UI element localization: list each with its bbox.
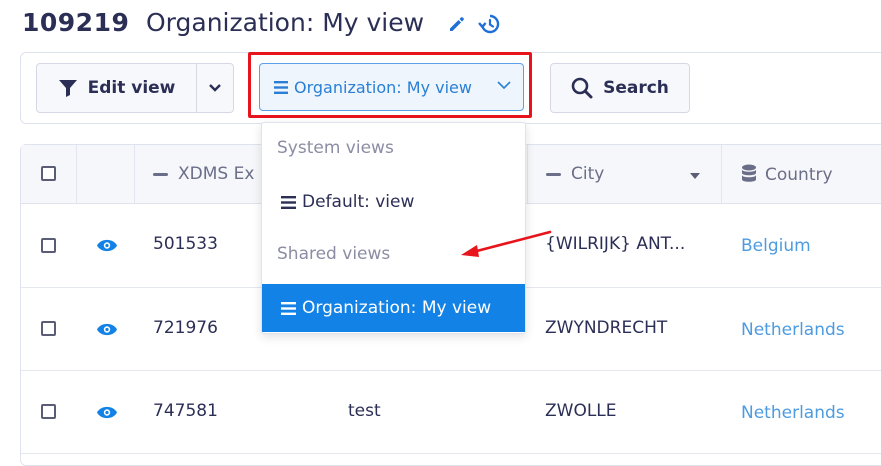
column-divider (721, 145, 722, 203)
cell-id: 721976 (153, 318, 218, 338)
cell-id: 747581 (153, 401, 218, 421)
eye-icon[interactable] (96, 405, 118, 420)
search-icon (571, 77, 593, 99)
column-header-label: XDMS Ex (178, 164, 255, 184)
eye-icon[interactable] (96, 322, 118, 337)
dropdown-item-default-view[interactable]: Default: view (262, 178, 525, 226)
history-icon[interactable] (478, 13, 500, 35)
dropdown-item-label: Organization: My view (302, 298, 492, 318)
dropdown-item-label: Default: view (302, 192, 415, 212)
column-divider (527, 145, 528, 203)
dropdown-item-organization-my-view[interactable]: Organization: My view (262, 284, 525, 332)
column-header-label: Country (765, 165, 833, 185)
column-header-city[interactable]: City (546, 164, 604, 184)
edit-view-label: Edit view (87, 78, 176, 98)
row-checkbox[interactable] (41, 404, 56, 419)
highlight-annotation-box (248, 52, 532, 118)
dropdown-section-system: System views (277, 138, 394, 158)
select-all-checkbox[interactable] (41, 166, 56, 181)
column-divider (76, 145, 77, 203)
cell-city: {WILRIJK} ANT... (545, 234, 686, 254)
cell-country-link[interactable]: Netherlands (741, 403, 845, 423)
list-icon (281, 195, 296, 209)
caret-down-icon[interactable] (690, 173, 700, 179)
column-divider (134, 145, 135, 203)
column-header-label: City (571, 164, 605, 184)
edit-view-button[interactable]: Edit view (36, 63, 197, 113)
list-icon (281, 301, 296, 315)
cell-id: 501533 (153, 234, 218, 254)
row-checkbox[interactable] (41, 238, 56, 253)
edit-view-menu-button[interactable] (196, 63, 234, 113)
row-checkbox[interactable] (41, 321, 56, 336)
cell-country-link[interactable]: Netherlands (741, 320, 845, 340)
filter-icon (58, 80, 77, 97)
sort-none-icon (153, 172, 168, 176)
record-id: 109219 (22, 8, 130, 37)
cell-country-link[interactable]: Belgium (741, 236, 811, 256)
cell-name: test (348, 401, 381, 421)
search-label: Search (603, 78, 669, 98)
annotation-arrow-icon (461, 230, 552, 257)
dropdown-section-shared: Shared views (277, 244, 391, 264)
column-header-xdms[interactable]: XDMS Ex (153, 164, 254, 184)
page-title: Organization: My view (146, 8, 425, 37)
database-icon (742, 164, 756, 182)
row-divider (21, 370, 881, 371)
pencil-icon[interactable] (447, 14, 467, 34)
search-button[interactable]: Search (550, 63, 690, 113)
column-header-country[interactable]: Country (741, 164, 833, 185)
eye-icon[interactable] (96, 238, 118, 253)
chevron-down-icon (209, 84, 221, 92)
row-divider (21, 453, 881, 454)
cell-city: ZWOLLE (545, 401, 617, 421)
cell-city: ZWYNDRECHT (545, 318, 668, 338)
sort-none-icon (546, 172, 561, 176)
